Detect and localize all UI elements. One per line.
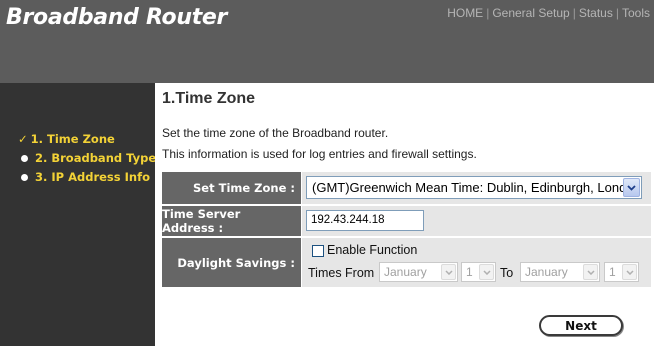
from-month-value: January: [384, 265, 427, 279]
sidebar-item-ip-address-info[interactable]: 3. IP Address Info: [18, 170, 150, 184]
brand-title: Broadband Router: [6, 5, 228, 30]
nav-status-link[interactable]: Status: [579, 6, 613, 20]
nav-tools-link[interactable]: Tools: [622, 6, 650, 20]
to-month-select: January: [520, 262, 600, 282]
sidebar-item-broadband-type[interactable]: 2. Broadband Type: [18, 151, 156, 165]
description-line-1: Set the time zone of the Broadband route…: [162, 126, 389, 140]
nav-separator: |: [486, 6, 490, 20]
times-from-label: Times From: [308, 266, 375, 280]
to-label: To: [500, 266, 514, 280]
timezone-select[interactable]: (GMT)Greenwich Mean Time: Dublin, Edinbu…: [306, 176, 642, 199]
chevron-down-icon: [622, 264, 637, 280]
checkmark-icon: ✓: [18, 132, 28, 146]
sidebar-item-time-zone[interactable]: ✓ 1. Time Zone: [18, 132, 115, 146]
main-content: 1.Time Zone Set the time zone of the Bro…: [155, 83, 654, 346]
chevron-down-icon: [583, 264, 598, 280]
timezone-label: Set Time Zone :: [162, 172, 301, 204]
description-line-2: This information is used for log entries…: [162, 147, 477, 161]
sidebar-item-label: 1. Time Zone: [30, 132, 115, 146]
to-day-value: 1: [609, 265, 616, 279]
chevron-down-icon: [479, 264, 494, 280]
sidebar-item-label: 3. IP Address Info: [35, 170, 150, 184]
from-day-value: 1: [466, 265, 473, 279]
wizard-sidebar: ✓ 1. Time Zone 2. Broadband Type 3. IP Ad…: [0, 83, 156, 346]
chevron-down-icon[interactable]: [623, 178, 640, 197]
top-navigation: HOME | General Setup | Status | Tools: [447, 6, 650, 20]
sidebar-item-label: 2. Broadband Type: [35, 151, 157, 165]
nav-separator: |: [615, 6, 619, 20]
timezone-cell: (GMT)Greenwich Mean Time: Dublin, Edinbu…: [302, 172, 651, 204]
nav-separator: |: [572, 6, 576, 20]
enable-function-label: Enable Function: [327, 243, 418, 257]
nav-home-link[interactable]: HOME: [447, 6, 483, 20]
to-month-value: January: [525, 265, 568, 279]
from-day-select: 1: [461, 262, 496, 282]
daylight-savings-cell: Enable Function Times From January 1 To …: [302, 238, 651, 287]
time-server-input[interactable]: 192.43.244.18: [306, 210, 424, 231]
bullet-icon: [21, 154, 28, 162]
timezone-selected-value: (GMT)Greenwich Mean Time: Dublin, Edinbu…: [312, 180, 641, 195]
nav-general-setup-link[interactable]: General Setup: [492, 6, 569, 20]
time-server-cell: 192.43.244.18: [302, 206, 651, 236]
chevron-down-icon: [441, 264, 456, 280]
time-server-label: Time Server Address :: [162, 206, 301, 236]
bullet-icon: [21, 173, 28, 181]
page-title: 1.Time Zone: [162, 90, 256, 107]
from-month-select: January: [379, 262, 458, 282]
to-day-select: 1: [604, 262, 639, 282]
header-bar: Broadband Router HOME | General Setup | Stat…: [0, 0, 654, 83]
enable-function-checkbox[interactable]: [312, 245, 324, 257]
daylight-savings-label: Daylight Savings :: [162, 238, 301, 287]
next-button[interactable]: Next: [539, 315, 623, 336]
